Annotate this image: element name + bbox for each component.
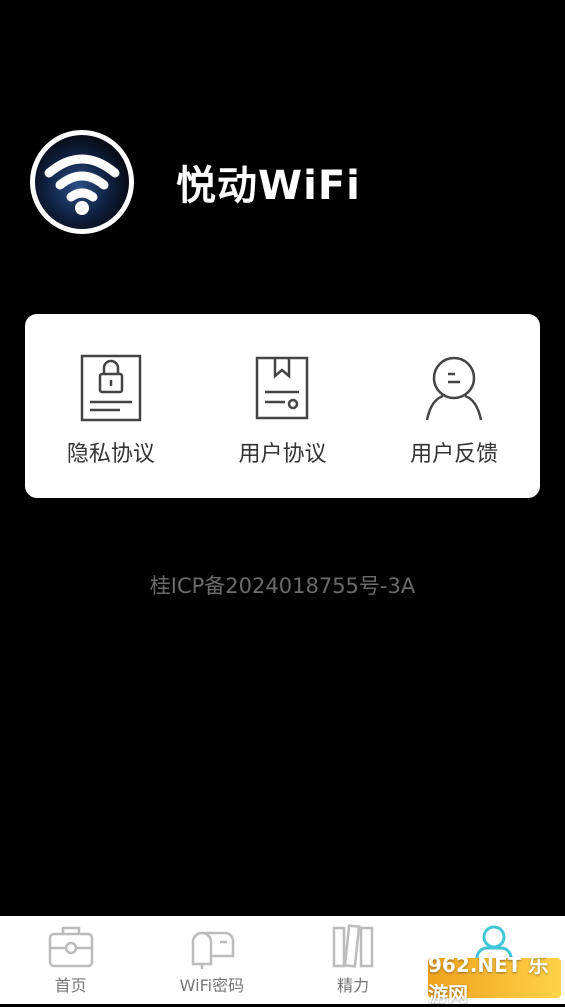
user-agreement-label: 用户协议: [238, 442, 327, 467]
user-feedback-label: 用户反馈: [410, 442, 499, 467]
user-agreement-item[interactable]: 用户协议: [207, 354, 357, 468]
tab-energy-label: 精力: [337, 976, 370, 995]
app-header: 悦动WiFi: [30, 130, 361, 234]
settings-card: 隐私协议 用户协议 用户反馈: [25, 314, 540, 498]
agreement-document-icon: [256, 356, 309, 420]
tab-home-label: 首页: [54, 976, 87, 995]
tab-wifi-password-label: WiFi密码: [179, 976, 245, 995]
tab-wifi-password[interactable]: WiFi密码: [141, 916, 282, 1004]
app-name: 悦动WiFi: [176, 163, 361, 209]
privacy-policy-item[interactable]: 隐私协议: [36, 354, 186, 468]
app-logo: [30, 130, 134, 234]
privacy-document-icon: [80, 354, 142, 422]
icp-record-text: 桂ICP备2024018755号-3A: [149, 574, 416, 598]
site-watermark-logo: 962.NET 乐游网: [428, 953, 561, 1006]
tab-home[interactable]: 首页: [0, 916, 141, 1004]
tab-energy[interactable]: 精力: [283, 916, 424, 1004]
books-icon: [332, 924, 374, 968]
wifi-icon: [44, 154, 120, 215]
user-feedback-item[interactable]: 用户反馈: [379, 354, 529, 468]
privacy-policy-label: 隐私协议: [66, 442, 155, 467]
home-toolbox-icon: [48, 926, 93, 968]
mailbox-icon: [191, 931, 235, 969]
user-feedback-icon: [425, 356, 483, 421]
